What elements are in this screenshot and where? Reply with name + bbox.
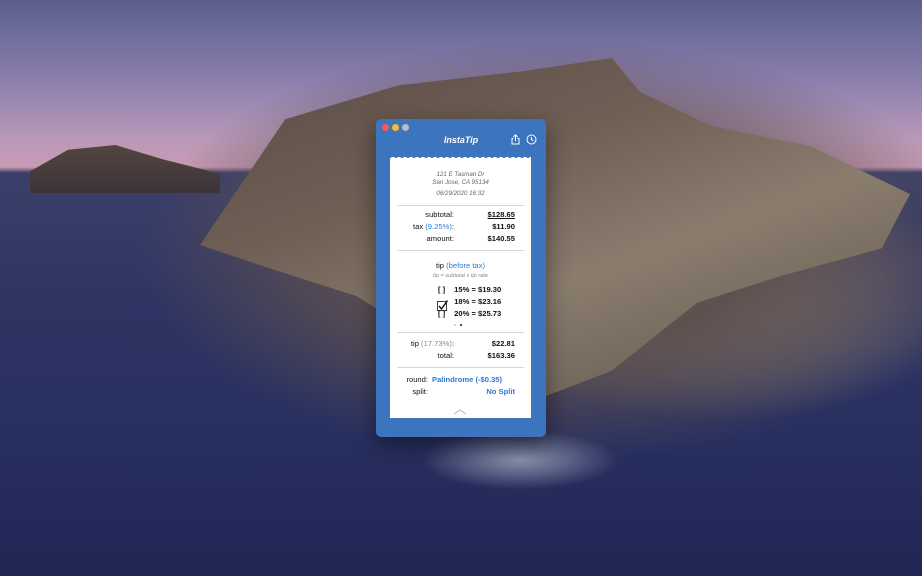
tax-colon: : bbox=[451, 222, 454, 231]
divider bbox=[397, 205, 524, 206]
tip-option-20[interactable]: [ ] 20% = $25.73 bbox=[438, 309, 501, 318]
tip-option-percent: 15% bbox=[454, 285, 470, 294]
total-row: total: $163.36 bbox=[390, 351, 531, 362]
round-row[interactable]: round: Palindrome (-$0.35) bbox=[390, 375, 531, 386]
share-icon[interactable] bbox=[510, 134, 521, 145]
tip-rate: (17.73%) bbox=[421, 339, 452, 348]
receipt-datetime: 06/29/2020 16:32 bbox=[436, 190, 485, 197]
tip-option-checkbox[interactable]: [ ] bbox=[438, 285, 452, 294]
tax-value: $11.90 bbox=[492, 222, 515, 231]
address-line-2: San Jose, CA 95134 bbox=[432, 179, 489, 186]
address-line-1: 121 E Tasman Dr bbox=[436, 171, 485, 178]
tip-option-amount: $23.16 bbox=[478, 297, 502, 306]
round-mode-button[interactable]: Palindrome (-$0.35) bbox=[432, 375, 502, 384]
tip-option-18[interactable]: 18% = $23.16 bbox=[437, 297, 502, 311]
tip-option-percent: 18% bbox=[454, 297, 470, 306]
page-dots[interactable] bbox=[454, 324, 466, 326]
tip-value: $22.81 bbox=[491, 339, 515, 348]
tax-row[interactable]: tax (9.25%): $11.90 bbox=[390, 222, 531, 233]
subtotal-value[interactable]: $128.65 bbox=[488, 210, 515, 219]
tip-header[interactable]: tip (before tax) bbox=[390, 261, 531, 270]
history-icon[interactable] bbox=[526, 134, 537, 145]
divider bbox=[397, 332, 524, 333]
receipt-panel: 121 E Tasman Dr San Jose, CA 95134 06/29… bbox=[390, 154, 531, 422]
tip-option-equals: = bbox=[471, 309, 476, 318]
receipt-bottom-edge bbox=[390, 418, 531, 422]
tip-option-amount: $25.73 bbox=[478, 309, 502, 318]
tip-label-group: tip (17.73%): bbox=[411, 339, 454, 348]
tip-label: tip bbox=[410, 339, 419, 348]
tip-header-label: tip bbox=[436, 261, 445, 270]
amount-value: $140.55 bbox=[487, 234, 515, 243]
tax-label-group: tax (9.25%): bbox=[413, 222, 454, 231]
tax-rate[interactable]: (9.25%) bbox=[425, 222, 452, 231]
tip-option-percent: 20% bbox=[454, 309, 470, 318]
instatip-window: InstaTip 121 E Tasman Dr San Jose, CA 95… bbox=[376, 119, 546, 437]
wallpaper-island bbox=[200, 58, 910, 398]
round-label: round: bbox=[406, 375, 428, 384]
tip-option-15[interactable]: [ ] 15% = $19.30 bbox=[438, 285, 501, 294]
amount-row: amount: $140.55 bbox=[390, 234, 531, 245]
page-dot-active[interactable] bbox=[460, 324, 462, 326]
tax-label: tax bbox=[413, 222, 424, 231]
split-label: split: bbox=[412, 387, 428, 396]
zoom-button[interactable] bbox=[402, 124, 409, 131]
tip-option-amount: $19.30 bbox=[478, 285, 502, 294]
tip-row: tip (17.73%): $22.81 bbox=[390, 339, 531, 350]
close-button[interactable] bbox=[382, 124, 389, 131]
amount-label: amount: bbox=[426, 234, 454, 243]
receipt-top-edge bbox=[390, 154, 531, 158]
wallpaper-surf bbox=[420, 430, 620, 490]
page-dot[interactable] bbox=[454, 324, 456, 326]
tip-formula: tip = subtotal x tip rate bbox=[433, 273, 488, 279]
split-button[interactable]: No Split bbox=[486, 387, 515, 396]
tip-option-equals: = bbox=[471, 285, 476, 294]
divider bbox=[397, 367, 524, 368]
minimize-button[interactable] bbox=[392, 124, 399, 131]
tip-option-equals: = bbox=[471, 297, 476, 306]
tip-colon: : bbox=[451, 339, 454, 348]
subtotal-row[interactable]: subtotal: $128.65 bbox=[390, 210, 531, 221]
wallpaper-islet bbox=[30, 145, 220, 193]
total-label: total: bbox=[437, 351, 454, 360]
total-value: $163.36 bbox=[487, 351, 515, 360]
title-bar[interactable]: InstaTip bbox=[376, 119, 546, 159]
chevron-up-icon[interactable] bbox=[453, 409, 467, 415]
tip-option-checkbox[interactable]: [ ] bbox=[438, 309, 452, 318]
divider bbox=[397, 250, 524, 251]
split-row[interactable]: split: No Split bbox=[390, 387, 531, 398]
tip-basis-toggle[interactable]: (before tax) bbox=[446, 261, 485, 270]
subtotal-label: subtotal: bbox=[425, 210, 454, 219]
